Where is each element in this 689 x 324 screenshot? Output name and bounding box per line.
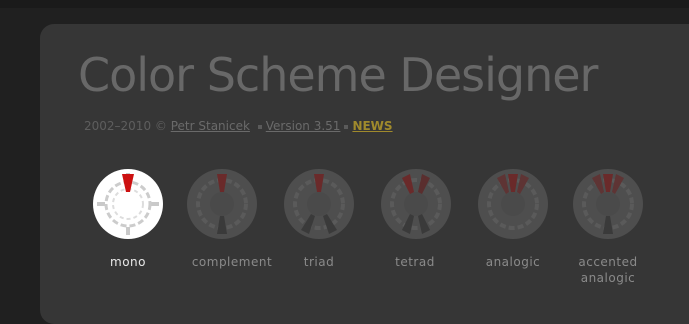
scheme-tetrad-button[interactable] xyxy=(380,168,452,240)
scheme-label-mono[interactable]: mono xyxy=(73,254,183,270)
scheme-label-accented-line2: analogic xyxy=(580,271,636,285)
mono-wheel-icon xyxy=(93,169,163,239)
credits-line: 2002–2010 © Petr Stanicek Version 3.51 NE… xyxy=(84,118,393,134)
analogic-wheel-icon xyxy=(478,169,548,239)
separator-dot xyxy=(257,124,262,129)
complement-wheel-icon xyxy=(187,169,257,239)
scheme-label-accented[interactable]: accented analogic xyxy=(553,254,663,286)
accented-analogic-wheel-icon xyxy=(573,169,643,239)
scheme-label-accented-line1: accented xyxy=(578,255,638,269)
scheme-mono-button[interactable] xyxy=(92,168,164,240)
scheme-label-analogic[interactable]: analogic xyxy=(458,254,568,270)
scheme-label-triad[interactable]: triad xyxy=(264,254,374,270)
scheme-accented-analogic-button[interactable] xyxy=(572,168,644,240)
news-link[interactable]: NEWS xyxy=(352,119,392,133)
copyright-years: 2002–2010 © xyxy=(84,119,167,133)
version-link[interactable]: Version 3.51 xyxy=(266,119,341,133)
scheme-label-tetrad[interactable]: tetrad xyxy=(360,254,470,270)
scheme-triad-button[interactable] xyxy=(283,168,355,240)
triad-wheel-icon xyxy=(284,169,354,239)
scheme-complement-button[interactable] xyxy=(186,168,258,240)
author-link[interactable]: Petr Stanicek xyxy=(171,119,250,133)
separator-dot xyxy=(344,124,349,129)
tetrad-wheel-icon xyxy=(381,169,451,239)
top-strip xyxy=(0,0,689,8)
app-title: Color Scheme Designer xyxy=(78,48,598,102)
scheme-analogic-button[interactable] xyxy=(477,168,549,240)
